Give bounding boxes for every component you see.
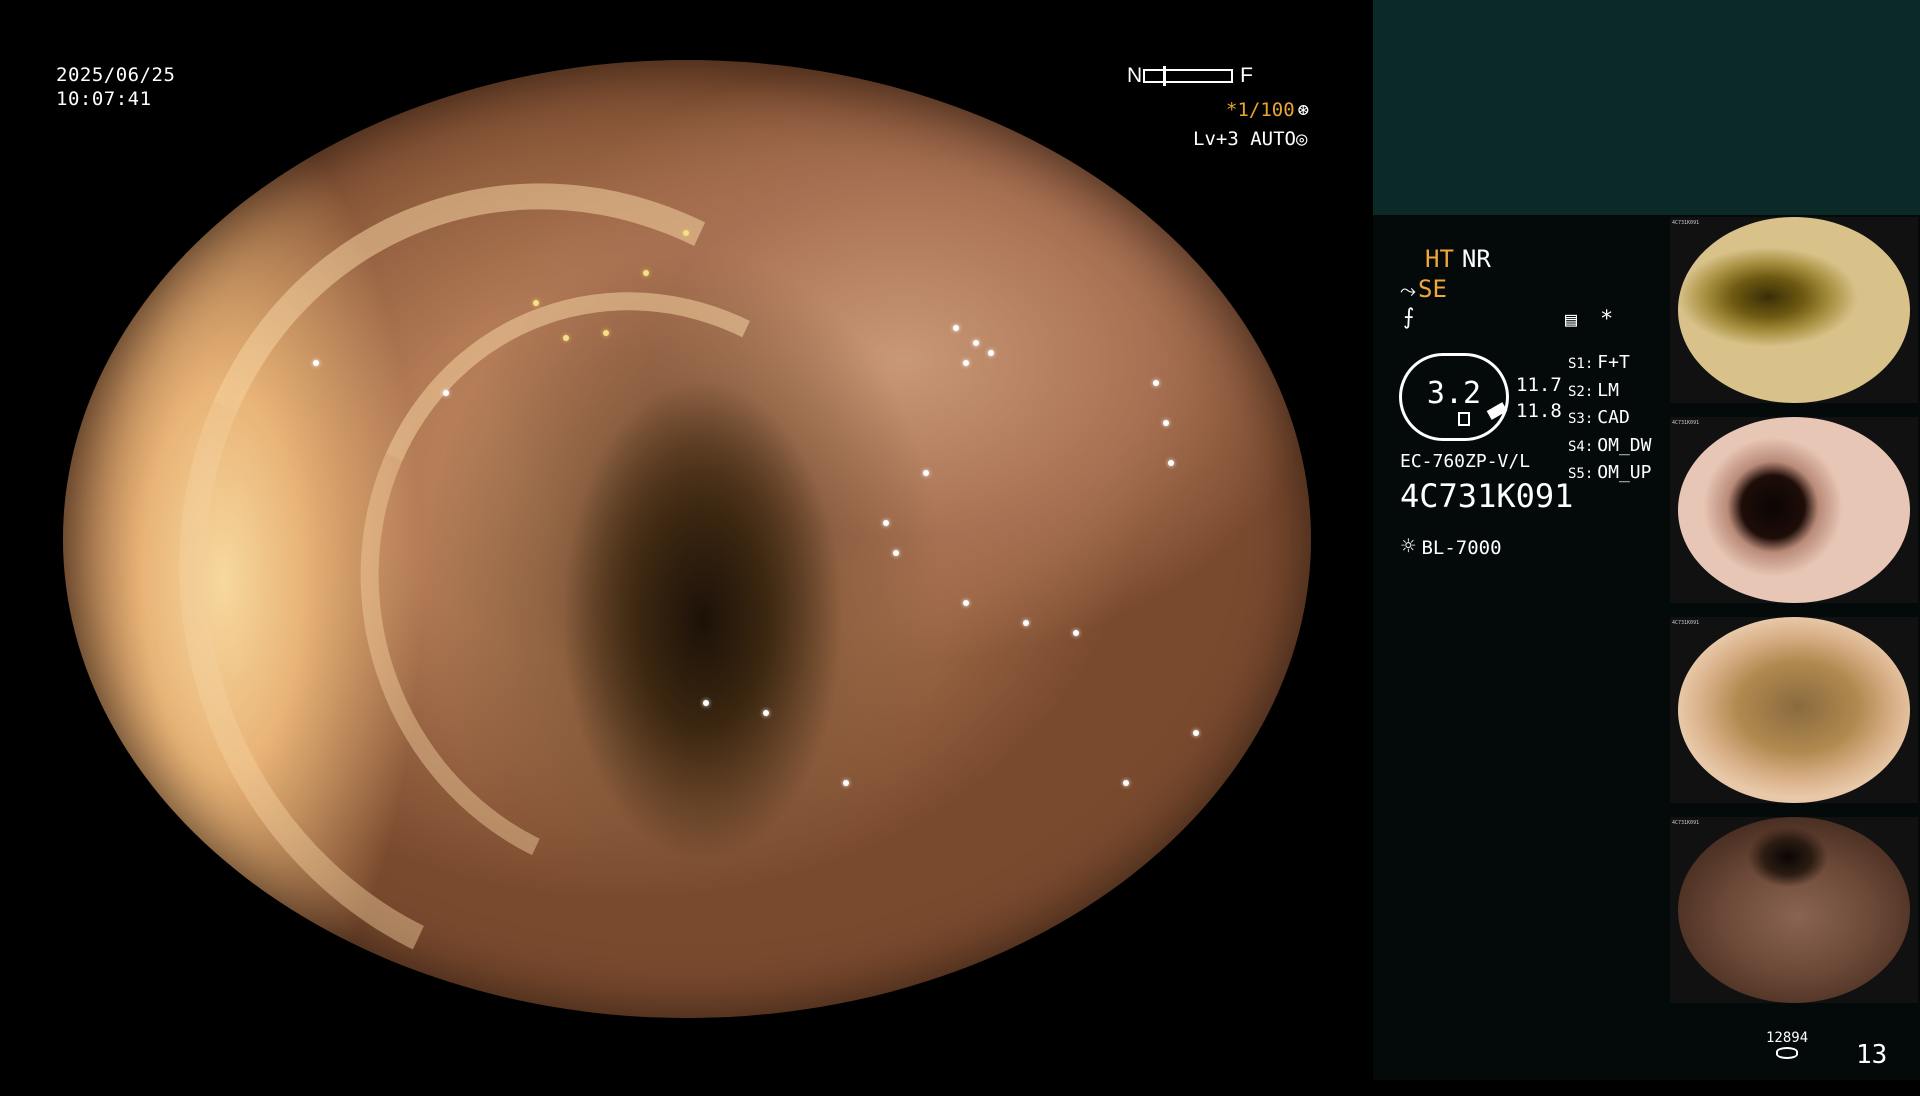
storage-count: 12894 [1766,1030,1809,1046]
light-source-text: BL-7000 [1421,537,1502,559]
thumbnail-label: 4C731K091 [1672,220,1700,226]
switch-assignments: S1: F+T S2: LM S3: CAD S4: OM_DW S5: OM_UP [1568,350,1651,488]
bubble-cluster [683,230,689,236]
thumbnail-label: 4C731K091 [1672,620,1700,626]
dial-number-1: 11.7 [1516,374,1562,396]
device-info-panel: HT NR ⤳SE ⨍ ▤ * 3.2 11.7 11.8 EC-760ZP-V/… [1373,215,1670,1080]
dial-number-2: 11.8 [1516,400,1562,422]
switch-value: CAD [1597,407,1630,428]
ht-mode: HT [1425,245,1454,273]
focus-near-label: N [1127,64,1143,87]
light-reflection [1153,380,1159,386]
switch-key: S2: [1568,383,1594,400]
light-reflection [1123,780,1129,786]
focus-indicator: N F [1127,64,1253,88]
scope-serial: 4C731K091 [1400,477,1574,515]
switch-row: S2: LM [1568,378,1651,406]
focus-marker [1163,66,1166,86]
star-indicator: * [1600,307,1614,332]
light-reflection [1023,620,1029,626]
zoom-dial: 3.2 [1399,353,1509,441]
switch-key: S4: [1568,438,1594,455]
switch-value: F+T [1597,352,1630,373]
endoscope-view: 2025/06/25 10:07:41 N F *1/100 ⊛ Lv+3 AUT… [0,0,1373,1096]
time-text: 10:07:41 [56,88,152,110]
light-reflection [1168,460,1174,466]
light-reflection [973,340,979,346]
switch-row: S1: F+T [1568,350,1651,378]
focus-far-label: F [1240,64,1253,87]
shutter-speed: *1/100 ⊛ [1226,99,1309,121]
sharpness-icon: ⨍ [1403,305,1415,330]
thumbnail-image [1678,417,1910,603]
light-reflection [443,390,449,396]
bubble-cluster [643,270,649,276]
light-reflection [703,700,709,706]
light-reflection [1073,630,1079,636]
captured-thumbnail[interactable]: 4C731K091 [1670,817,1918,1003]
thumbnail-image [1678,217,1910,403]
light-source: ☼ BL-7000 [1401,532,1502,560]
captured-thumbnail[interactable]: 4C731K091 [1670,417,1918,603]
scope-tip-icon: ⤳ [1400,278,1416,302]
light-reflection [963,360,969,366]
date-text: 2025/06/25 [56,64,176,86]
nr-mode: NR [1461,245,1491,273]
light-reflection [883,520,889,526]
light-reflection [923,470,929,476]
focus-bar [1143,69,1233,83]
switch-key: S3: [1568,411,1594,427]
enhancement-modes: HT NR [1425,245,1491,273]
captured-thumbnail[interactable]: 4C731K091 [1670,217,1918,403]
bubble-cluster [563,335,569,341]
switch-value: OM_UP [1597,462,1652,483]
storage-icon [1776,1047,1799,1059]
switch-key: S5: [1568,466,1594,482]
iris-icon: ◎ [1295,128,1308,150]
switch-value: LM [1597,379,1619,401]
scope-model: EC-760ZP-V/L [1400,451,1531,472]
thumbnail-label: 4C731K091 [1672,420,1700,426]
endoscopic-image [63,60,1311,1096]
se-mode: ⤳SE [1400,275,1447,303]
aperture-icon: ⊛ [1297,99,1310,121]
light-reflection [953,325,959,331]
level-text: Lv+3 [1193,128,1239,150]
switch-value: OM_DW [1597,434,1652,456]
light-reflection [893,550,899,556]
side-panel-header [1373,0,1920,215]
image-count: 13 [1856,1040,1888,1070]
bubble-cluster [603,330,609,336]
storage-indicator: 12894 [1766,1031,1808,1059]
light-reflection [843,780,849,786]
switch-key: S1: [1568,356,1594,372]
lamp-icon: ☼ [1401,532,1416,560]
auto-text: AUTO [1250,128,1296,150]
switch-row: S5: OM_UP [1568,460,1651,488]
dial-square-mark [1458,412,1470,426]
brightness-level: Lv+3 AUTO◎ [1193,128,1307,150]
switch-row: S3: CAD [1568,405,1651,433]
light-reflection [1193,730,1199,736]
se-text: SE [1418,275,1447,303]
light-reflection [763,710,769,716]
light-reflection [1163,420,1169,426]
timestamp: 2025/06/25 10:07:41 [56,63,175,111]
light-reflection [963,600,969,606]
light-reflection [988,350,994,356]
settings-panel-icon: ▤ [1565,307,1578,331]
dial-value: 3.2 [1426,376,1482,411]
switch-row: S4: OM_DW [1568,433,1651,461]
light-reflection [313,360,319,366]
thumbnail-image [1678,617,1910,803]
thumbnail-image [1678,817,1910,1003]
bubble-cluster [533,300,539,306]
shutter-text: *1/100 [1226,99,1295,121]
captured-thumbnail[interactable]: 4C731K091 [1670,617,1918,803]
thumbnail-label: 4C731K091 [1672,820,1700,826]
